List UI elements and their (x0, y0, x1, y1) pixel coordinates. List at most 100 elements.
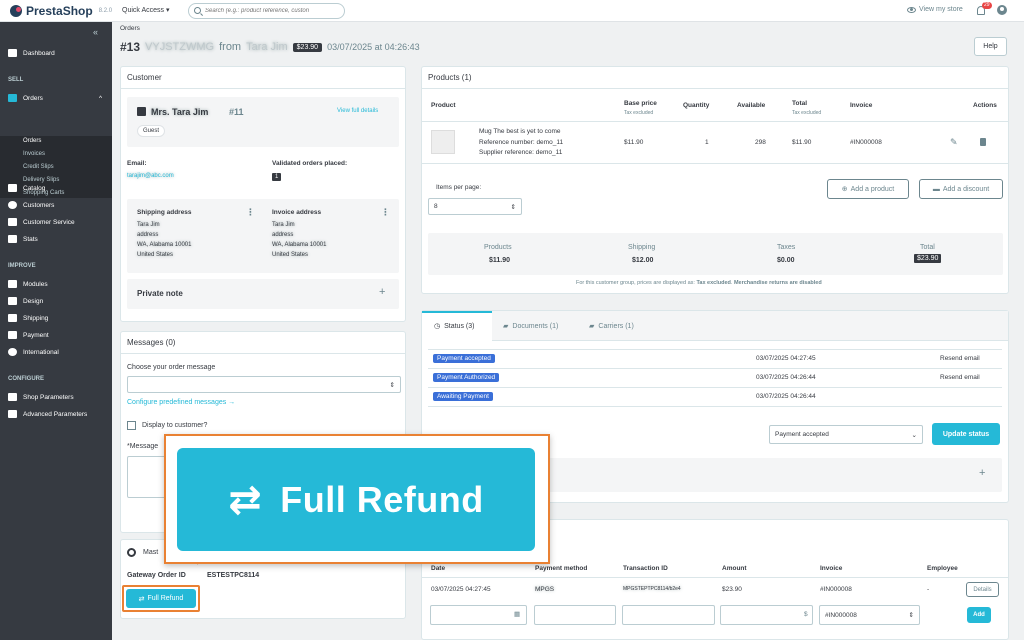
sidebar-item-shipping[interactable]: Shipping (8, 314, 108, 322)
status-payment-accepted: Payment accepted (433, 354, 495, 363)
order-number: #13 (120, 40, 141, 54)
resend-email-link[interactable]: Resend email (940, 374, 980, 381)
invoice-address-line: Tara Jim (272, 222, 295, 228)
items-per-page-select[interactable]: 8 ⇕ (428, 198, 522, 215)
col-actions: Actions (973, 102, 997, 109)
amount-input[interactable] (720, 605, 813, 625)
summary-taxes-value: $0.00 (777, 257, 795, 264)
sidebar-item-international[interactable]: International (8, 348, 108, 356)
plus-icon[interactable]: + (379, 286, 385, 298)
invoice-address-line: United States (272, 252, 309, 258)
order-total-badge: $23.90 (292, 42, 323, 52)
divider (422, 163, 1008, 164)
sidebar-item-modules[interactable]: Modules (8, 280, 108, 288)
submenu-invoices[interactable]: Invoices (23, 151, 45, 157)
customer-full-name: Mrs. Tara Jim (151, 107, 209, 117)
user-icon (8, 201, 17, 209)
from-label: from (219, 41, 242, 53)
add-discount-label: Add a discount (942, 185, 990, 193)
messages-card-title: Messages (0) (121, 332, 405, 354)
sidebar-item-customer-service[interactable]: Customer Service (8, 218, 108, 226)
sidebar-item-design[interactable]: Design (8, 297, 108, 305)
sidebar-item-dashboard[interactable]: Dashboard (8, 49, 108, 57)
folder-icon: ▰ (503, 323, 509, 330)
full-refund-callout-button[interactable]: ⇄ Full Refund (177, 448, 535, 551)
update-status-button[interactable]: Update status (932, 423, 1000, 445)
plus-icon[interactable]: + (979, 467, 985, 479)
settings-icon (8, 410, 17, 418)
summary-shipping-value: $12.00 (632, 257, 654, 264)
order-reference: VYJSTZWMG (145, 41, 215, 53)
quick-access-menu[interactable]: Quick Access ▾ (122, 6, 169, 14)
view-store-link[interactable]: View my store (907, 6, 963, 13)
summary-products-label: Products (484, 244, 512, 251)
configure-messages-link[interactable]: Configure predefined messages → (127, 399, 235, 406)
note-returns-disabled: Merchandise returns are disabled (733, 280, 822, 286)
tab-carriers[interactable]: ▰ Carriers (1) (589, 322, 634, 331)
search-box[interactable] (188, 3, 345, 19)
sidebar-item-customers[interactable]: Customers (8, 201, 108, 209)
customer-info-box (127, 97, 399, 147)
gateway-order-id-label: Gateway Order ID (127, 572, 186, 579)
submenu-credit-slips[interactable]: Credit Slips (23, 164, 54, 170)
search-input[interactable] (205, 8, 335, 14)
order-message-select[interactable]: ⇕ (127, 376, 401, 393)
user-avatar-icon[interactable] (997, 5, 1007, 15)
tab-status[interactable]: ◷ Status (3) (434, 322, 474, 331)
payment-method-input[interactable] (534, 605, 616, 625)
updown-icon: ⇕ (510, 203, 516, 211)
sidebar-item-shop-parameters[interactable]: Shop Parameters (8, 393, 108, 401)
order-status-select[interactable]: Payment accepted ⌄ (769, 425, 923, 444)
sidebar-item-label: Payment (23, 331, 49, 339)
truck-icon: ▰ (589, 323, 595, 330)
transaction-id-input[interactable] (622, 605, 715, 625)
tab-documents[interactable]: ▰ Documents (1) (503, 322, 558, 331)
sidebar-item-advanced-parameters[interactable]: Advanced Parameters (8, 410, 108, 418)
details-button[interactable]: Details (966, 582, 999, 597)
col-total: Total (792, 100, 808, 107)
product-name-link[interactable]: Mug The best is yet to come (479, 128, 561, 135)
status-date: 03/07/2025 04:27:45 (756, 355, 816, 362)
chat-icon (8, 218, 17, 226)
sidebar-item-label: International (23, 348, 59, 356)
add-discount-button[interactable]: ▬ Add a discount (919, 179, 1003, 199)
invoice-address-label: Invoice address (272, 209, 322, 216)
add-product-button[interactable]: ⊕ Add a product (827, 179, 909, 199)
submenu-orders[interactable]: Orders (23, 138, 41, 144)
product-supplier-ref: Supplier reference: demo_11 (479, 149, 563, 156)
shipping-address-menu-icon[interactable]: ⋮ (246, 207, 255, 218)
submenu-delivery-slips[interactable]: Delivery Slips (23, 177, 59, 183)
payment-invoice-value: #IN000008 (825, 611, 857, 619)
add-product-label: Add a product (850, 185, 895, 193)
payment-date-input[interactable] (430, 605, 527, 625)
edit-icon[interactable]: ✎ (950, 137, 958, 148)
note-prefix: For this customer group, prices are disp… (576, 280, 697, 286)
col-available: Available (737, 102, 766, 109)
trash-icon[interactable] (980, 138, 986, 146)
full-refund-button[interactable]: ⇄ Full Refund (126, 589, 196, 608)
add-payment-button[interactable]: Add (967, 607, 991, 623)
calendar-icon[interactable]: ▦ (514, 610, 520, 618)
col-amount: Amount (722, 565, 747, 572)
sidebar-item-label: Stats (23, 235, 38, 243)
sidebar-item-catalog[interactable]: Catalog (8, 184, 108, 192)
customer-card-title: Customer (121, 67, 405, 89)
help-button[interactable]: Help (974, 37, 1007, 56)
resend-email-link[interactable]: Resend email (940, 355, 980, 362)
gateway-order-id-value: ESTESTPC8114 (207, 572, 260, 579)
exchange-icon: ⇄ (228, 477, 263, 522)
payment-invoice-select[interactable]: #IN000008 ⇕ (819, 605, 920, 625)
invoice-address-menu-icon[interactable]: ⋮ (381, 207, 390, 218)
sidebar-item-orders[interactable]: Orders ^ (8, 94, 108, 102)
collapse-sidebar-icon[interactable]: « (93, 27, 98, 37)
col-invoice: Invoice (820, 565, 843, 572)
display-to-customer-checkbox[interactable] (127, 421, 136, 430)
customer-email-link[interactable]: tarajim@abc.com (127, 173, 174, 179)
prestashop-logo[interactable]: PrestaShop 8.2.0 (10, 4, 112, 18)
sidebar-item-stats[interactable]: Stats (8, 235, 108, 243)
sidebar-item-payment[interactable]: Payment (8, 331, 108, 339)
divider (422, 121, 1008, 122)
view-full-details-link[interactable]: View full details (337, 108, 378, 114)
chevron-down-icon: ⌄ (911, 431, 917, 439)
breadcrumb[interactable]: Orders (120, 25, 140, 32)
